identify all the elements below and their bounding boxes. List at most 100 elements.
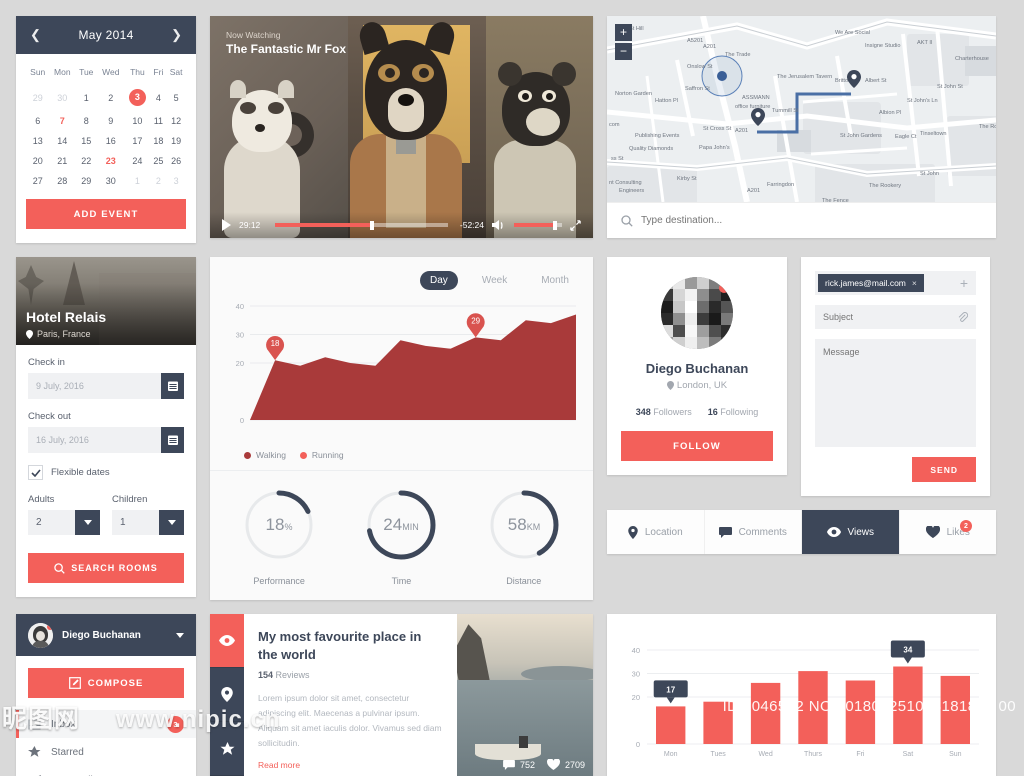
volume-slider[interactable] bbox=[514, 223, 562, 227]
children-select[interactable]: 1 bbox=[112, 510, 184, 535]
search-rooms-label: SEARCH ROOMS bbox=[71, 563, 158, 573]
plus-icon[interactable]: + bbox=[960, 276, 968, 290]
sidebar-item-sent-mail[interactable]: Sent Mail bbox=[16, 766, 196, 776]
calendar-day[interactable]: 29 bbox=[75, 171, 97, 191]
recipient-field[interactable]: rick.james@mail.com × + bbox=[815, 271, 976, 295]
calendar-day[interactable]: 17 bbox=[124, 131, 150, 151]
calendar-day[interactable]: 2 bbox=[97, 84, 124, 111]
video-player-widget[interactable]: Now Watching The Fantastic Mr Fox 29:12 … bbox=[210, 16, 593, 238]
gauge-performance-value: 18 bbox=[266, 515, 285, 534]
adults-value: 2 bbox=[28, 510, 75, 535]
calendar-day[interactable]: 1 bbox=[124, 171, 150, 191]
map-label: ASSMANN bbox=[742, 95, 770, 101]
adults-select[interactable]: 2 bbox=[28, 510, 100, 535]
calendar-day[interactable]: 7 bbox=[49, 111, 75, 131]
article-rail-starred[interactable] bbox=[210, 722, 244, 776]
svg-text:24MIN: 24MIN bbox=[384, 515, 419, 534]
calendar-day[interactable]: 14 bbox=[49, 131, 75, 151]
calendar-day[interactable]: 29 bbox=[26, 84, 49, 111]
calendar-day[interactable]: 28 bbox=[49, 171, 75, 191]
map-pin-end-icon[interactable] bbox=[847, 70, 861, 88]
checkin-input[interactable] bbox=[28, 373, 161, 399]
sidebar-item-starred[interactable]: Starred bbox=[16, 738, 196, 766]
calendar-week-row: 27282930123 bbox=[26, 171, 186, 191]
calendar-day[interactable]: 18 bbox=[151, 131, 167, 151]
chevron-down-icon[interactable] bbox=[176, 633, 184, 638]
calendar-day[interactable]: 5 bbox=[166, 84, 186, 111]
children-chevron-down-icon[interactable] bbox=[159, 510, 184, 535]
tab-comments[interactable]: Comments bbox=[705, 510, 803, 554]
close-icon[interactable]: × bbox=[912, 278, 917, 288]
add-event-button[interactable]: ADD EVENT bbox=[26, 199, 186, 229]
video-progress-slider[interactable] bbox=[275, 223, 448, 227]
expand-icon[interactable] bbox=[570, 220, 581, 231]
volume-icon[interactable] bbox=[492, 219, 506, 231]
sidebar-item-inbox[interactable]: Inbox 3 bbox=[16, 710, 196, 738]
search-rooms-button[interactable]: SEARCH ROOMS bbox=[28, 553, 184, 583]
map-label: The Rookery bbox=[869, 183, 901, 189]
paperclip-icon[interactable] bbox=[957, 312, 968, 323]
calendar-day[interactable]: 6 bbox=[26, 111, 49, 131]
map-canvas[interactable]: A5201The TradeWe Are SocialInsigne Studi… bbox=[607, 16, 996, 202]
calendar-day[interactable]: 15 bbox=[75, 131, 97, 151]
tab-views[interactable]: Views bbox=[802, 510, 900, 554]
map-zoom-in-button[interactable]: + bbox=[615, 24, 632, 41]
check-icon bbox=[31, 469, 41, 477]
calendar-day[interactable]: 21 bbox=[49, 151, 75, 171]
calendar-day[interactable]: 20 bbox=[26, 151, 49, 171]
calendar-next-icon[interactable]: ❯ bbox=[171, 27, 182, 43]
calendar-day[interactable]: 9 bbox=[97, 111, 124, 131]
tab-likes[interactable]: Likes 2 bbox=[900, 510, 997, 554]
map-zoom-out-button[interactable]: − bbox=[615, 43, 632, 60]
map-pin-start-icon[interactable] bbox=[751, 108, 765, 126]
calendar-day[interactable]: 24 bbox=[124, 151, 150, 171]
calendar-day[interactable]: 27 bbox=[26, 171, 49, 191]
calendar-day[interactable]: 19 bbox=[166, 131, 186, 151]
message-field[interactable] bbox=[815, 339, 976, 447]
calendar-day[interactable]: 3 bbox=[124, 84, 150, 111]
calendar-day[interactable]: 22 bbox=[75, 151, 97, 171]
calendar-day[interactable]: 4 bbox=[151, 84, 167, 111]
article-rail-views[interactable] bbox=[210, 614, 244, 668]
compose-button-wrap: COMPOSE bbox=[16, 656, 196, 710]
compose-button[interactable]: COMPOSE bbox=[28, 668, 184, 698]
read-more-link[interactable]: Read more bbox=[258, 760, 443, 770]
send-button[interactable]: SEND bbox=[912, 457, 976, 482]
star-icon bbox=[220, 742, 235, 756]
map-search-input[interactable] bbox=[641, 215, 982, 226]
tab-day[interactable]: Day bbox=[420, 271, 458, 290]
map-label: Albert St bbox=[865, 78, 886, 84]
calendar-day[interactable]: 23 bbox=[97, 151, 124, 171]
calendar-day[interactable]: 1 bbox=[75, 84, 97, 111]
checkout-calendar-icon[interactable] bbox=[161, 427, 184, 453]
calendar-day[interactable]: 10 bbox=[124, 111, 150, 131]
subject-field[interactable] bbox=[815, 305, 976, 329]
article-rail-location[interactable] bbox=[210, 668, 244, 722]
calendar-day[interactable]: 30 bbox=[49, 84, 75, 111]
calendar-day[interactable]: 12 bbox=[166, 111, 186, 131]
calendar-day[interactable]: 16 bbox=[97, 131, 124, 151]
calendar-day[interactable]: 30 bbox=[97, 171, 124, 191]
calendar-day[interactable]: 8 bbox=[75, 111, 97, 131]
calendar-prev-icon[interactable]: ❮ bbox=[30, 27, 41, 43]
follow-button[interactable]: FOLLOW bbox=[621, 431, 773, 461]
mailbox-user-header[interactable]: Diego Buchanan bbox=[16, 614, 196, 656]
calendar-day[interactable]: 25 bbox=[151, 151, 167, 171]
calendar-day[interactable]: 2 bbox=[151, 171, 167, 191]
calendar-day[interactable]: 13 bbox=[26, 131, 49, 151]
tab-month[interactable]: Month bbox=[531, 271, 579, 290]
flexible-dates-checkbox[interactable]: Flexible dates bbox=[28, 465, 184, 480]
adults-chevron-down-icon[interactable] bbox=[75, 510, 100, 535]
play-icon[interactable] bbox=[222, 219, 231, 231]
calendar-day[interactable]: 11 bbox=[151, 111, 167, 131]
message-input[interactable] bbox=[823, 347, 968, 439]
calendar-day[interactable]: 3 bbox=[166, 171, 186, 191]
tab-location[interactable]: Location bbox=[607, 510, 705, 554]
checkin-calendar-icon[interactable] bbox=[161, 373, 184, 399]
calendar-day[interactable]: 26 bbox=[166, 151, 186, 171]
tab-week[interactable]: Week bbox=[472, 271, 517, 290]
bar bbox=[798, 671, 827, 744]
subject-input[interactable] bbox=[823, 312, 957, 322]
map-search-bar[interactable] bbox=[607, 202, 996, 238]
checkout-input[interactable] bbox=[28, 427, 161, 453]
